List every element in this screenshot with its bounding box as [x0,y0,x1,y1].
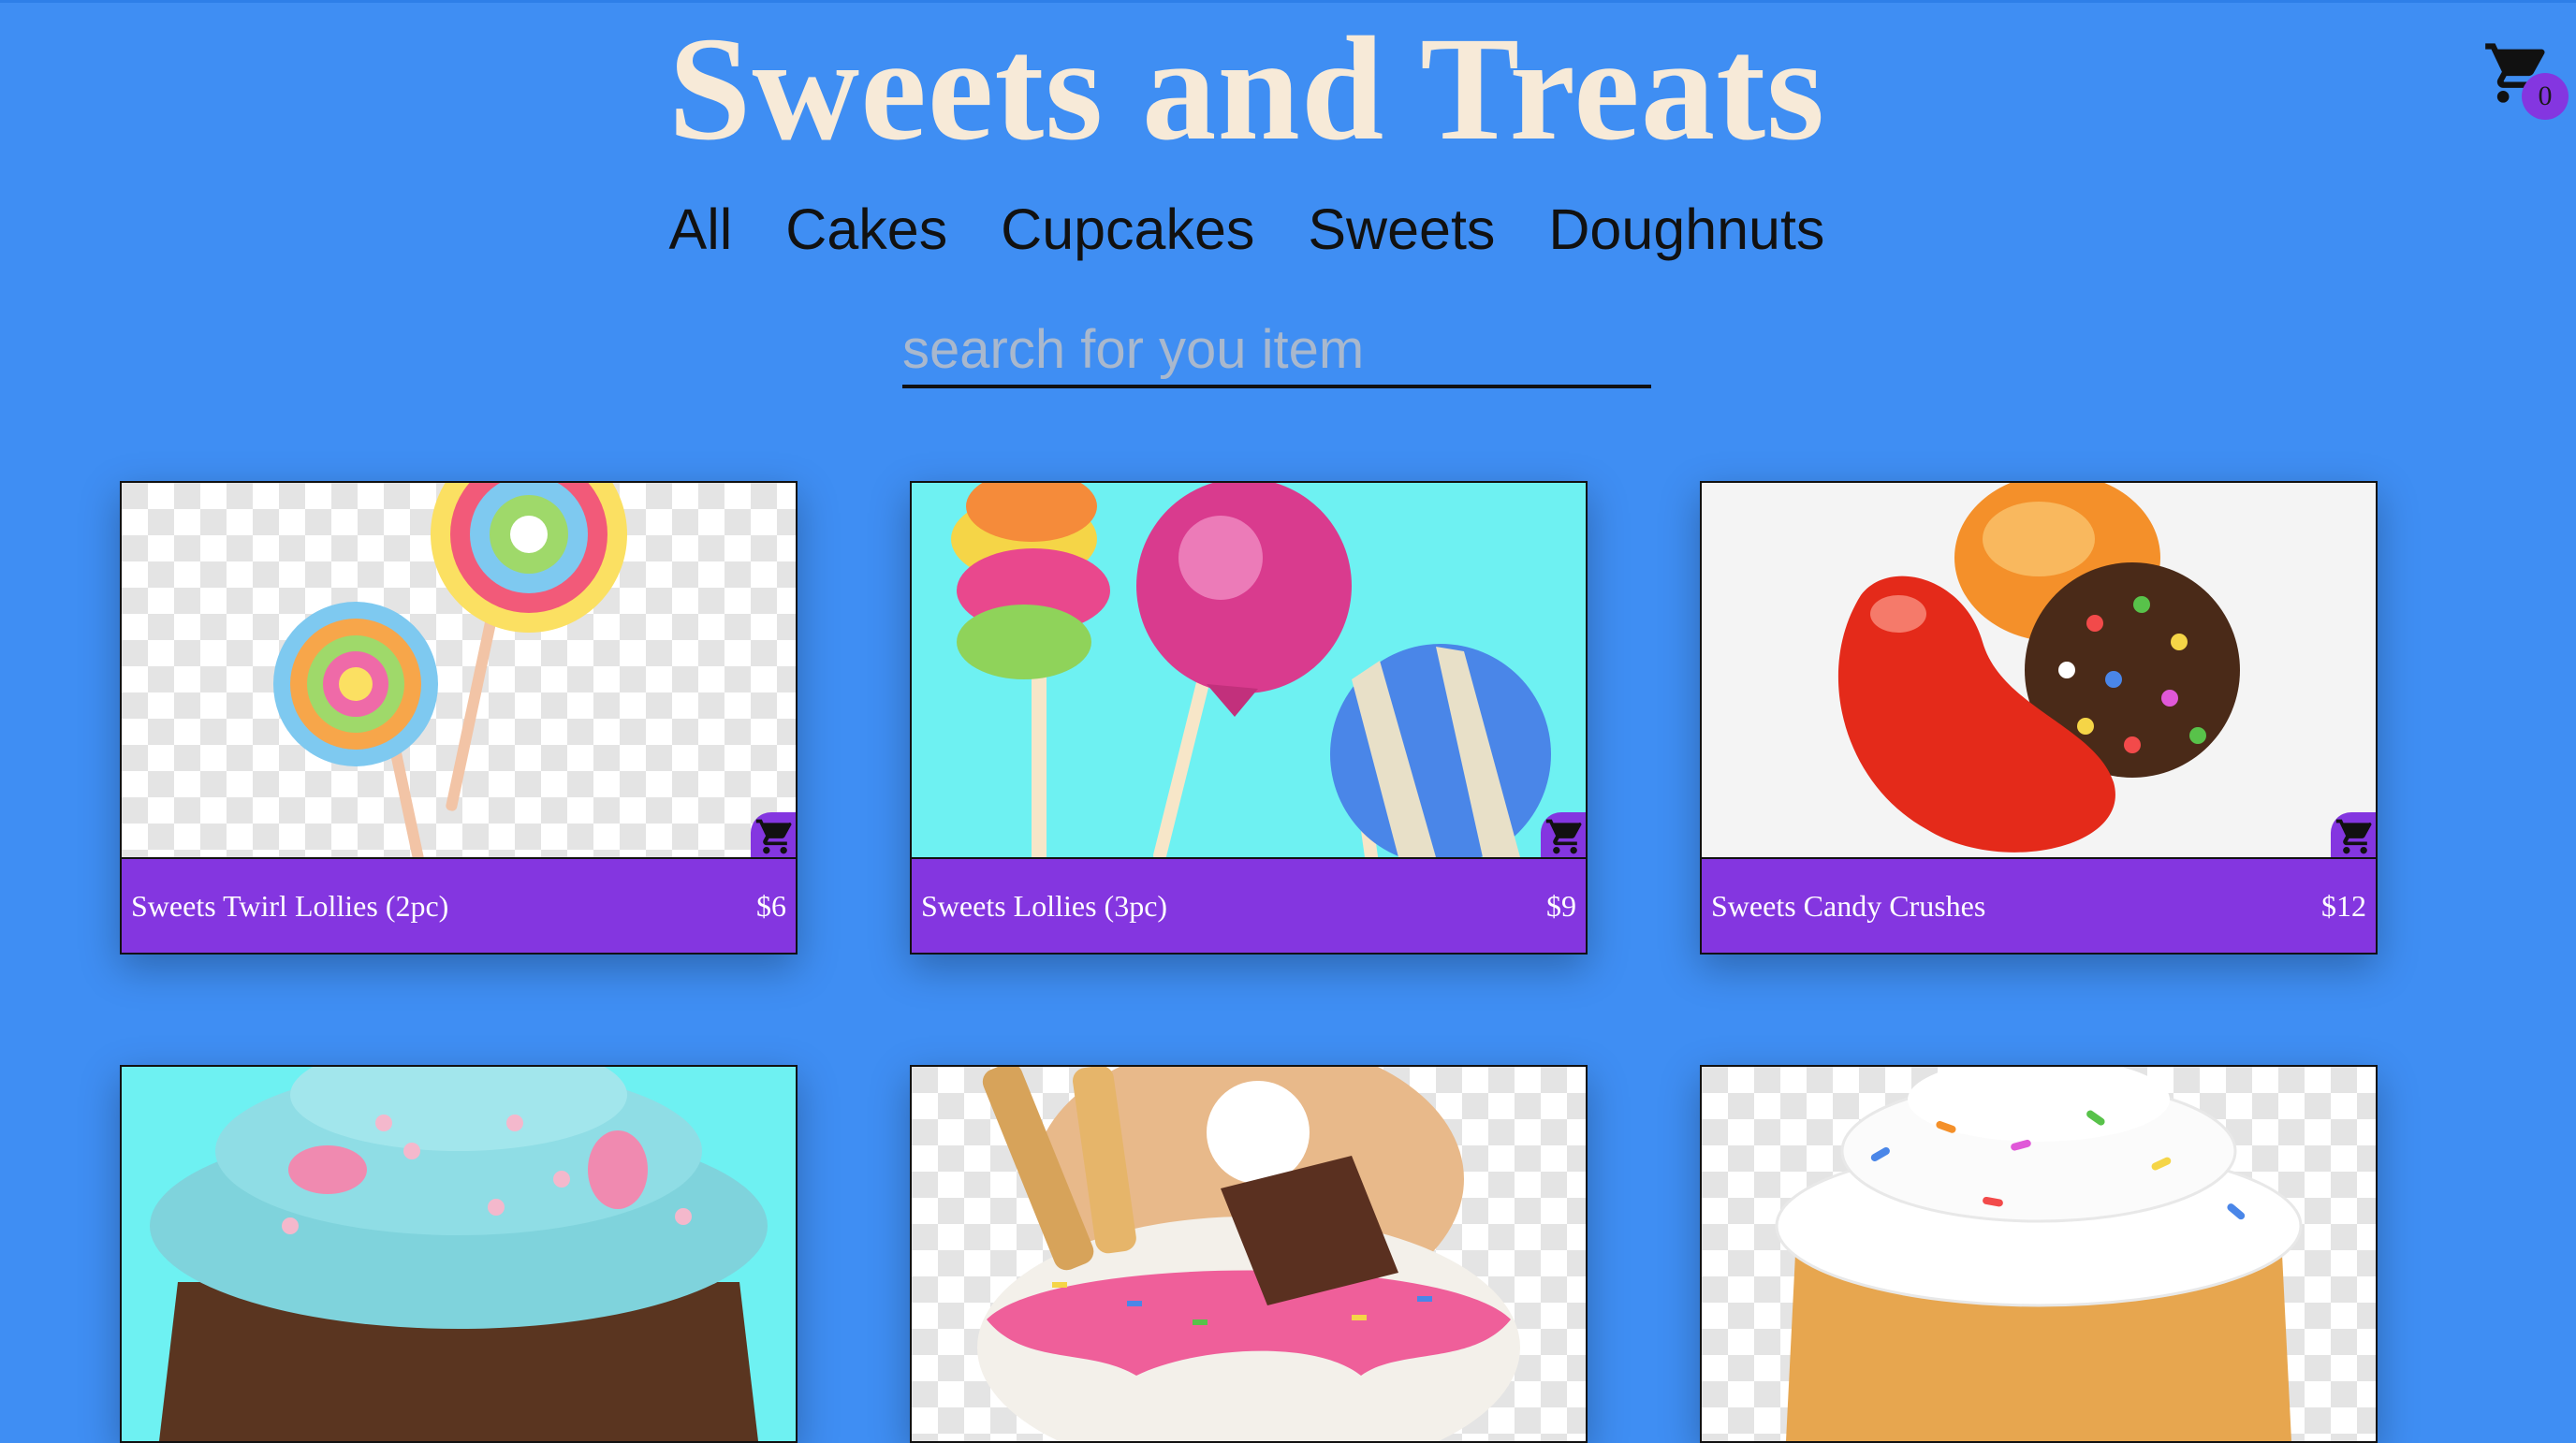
product-image-doughnut[interactable] [912,1067,1586,1441]
product-name: Sweets Lollies (3pc) [921,888,1168,923]
product-card[interactable] [120,1065,798,1443]
product-price: $12 [2321,888,2366,923]
product-name: Sweets Candy Crushes [1711,888,1986,923]
add-to-cart-icon [1545,819,1582,854]
product-card[interactable]: Sweets Twirl Lollies (2pc) $6 [120,481,798,955]
add-to-cart-button[interactable] [1541,812,1586,857]
product-name: Sweets Twirl Lollies (2pc) [131,888,449,923]
product-image-blue-cupcake[interactable] [122,1067,796,1441]
product-card[interactable] [910,1065,1588,1443]
product-image-twirl-lollies[interactable] [122,483,796,857]
product-footer: Sweets Twirl Lollies (2pc) $6 [122,857,796,953]
nav-sweets[interactable]: Sweets [1308,197,1495,262]
site-title: Sweets and Treats [667,7,1826,171]
nav-all[interactable]: All [669,197,733,262]
add-to-cart-button[interactable] [751,812,796,857]
product-footer: Sweets Lollies (3pc) $9 [912,857,1586,953]
product-image-candy-crush[interactable] [1702,483,2376,857]
top-border [0,0,2576,3]
nav-doughnuts[interactable]: Doughnuts [1548,197,1824,262]
add-to-cart-icon [2335,819,2372,854]
product-image-vanilla-cupcake[interactable] [1702,1067,2376,1441]
product-footer: Sweets Candy Crushes $12 [1702,857,2376,953]
product-card[interactable]: Sweets Lollies (3pc) $9 [910,481,1588,955]
add-to-cart-icon [755,819,792,854]
category-nav: All Cakes Cupcakes Sweets Doughnuts [0,197,2494,262]
product-price: $6 [756,888,786,923]
search-input[interactable] [902,313,1651,388]
nav-cupcakes[interactable]: Cupcakes [1001,197,1254,262]
nav-cakes[interactable]: Cakes [785,197,947,262]
product-card[interactable]: Sweets Candy Crushes $12 [1700,481,2378,955]
cart-button[interactable]: 0 [2482,37,2569,122]
product-card[interactable] [1700,1065,2378,1443]
cart-count-badge: 0 [2522,73,2569,120]
add-to-cart-button[interactable] [2331,812,2376,857]
product-price: $9 [1546,888,1576,923]
product-image-lollies[interactable] [912,483,1586,857]
